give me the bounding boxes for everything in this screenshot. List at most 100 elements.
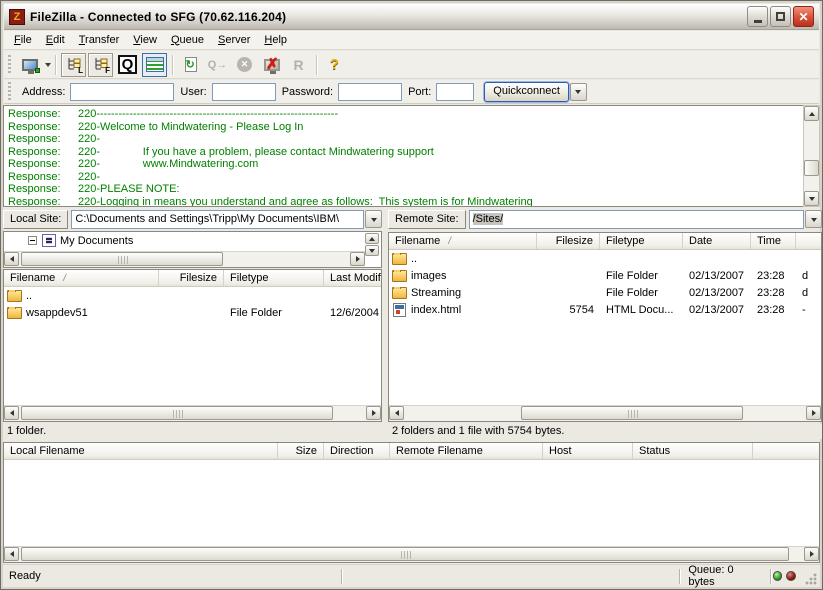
remote-site-label: Remote Site: (388, 210, 466, 229)
menu-view[interactable]: View (126, 32, 164, 49)
titlebar[interactable]: Z FileZilla - Connected to SFG (70.62.11… (4, 4, 819, 30)
menu-queue[interactable]: Queue (164, 32, 211, 49)
statusbar-divider (770, 569, 771, 584)
scroll-thumb[interactable] (21, 406, 333, 420)
window-resize-grip[interactable] (804, 572, 818, 586)
window-title: FileZilla - Connected to SFG (70.62.116.… (30, 10, 286, 24)
menu-transfer[interactable]: Transfer (72, 32, 127, 49)
queue-size-text: Queue: 0 bytes (680, 564, 769, 588)
column-date[interactable]: Date (683, 233, 751, 249)
remote-row-images[interactable]: images File Folder 02/13/2007 23:28 d (389, 267, 821, 284)
column-status[interactable]: Status (633, 443, 753, 459)
my-documents-icon (42, 234, 56, 247)
user-input[interactable] (212, 83, 276, 101)
remote-row-parent[interactable]: .. (389, 250, 821, 267)
quickbar-grip[interactable] (7, 82, 12, 102)
toggle-local-tree-button[interactable]: L (61, 53, 86, 77)
column-filetype[interactable]: Filetype (600, 233, 683, 249)
toolbar-grip[interactable] (7, 55, 12, 75)
help-button[interactable]: ? (322, 53, 347, 77)
local-path-combo[interactable]: C:\Documents and Settings\Tripp\My Docum… (71, 210, 364, 229)
menu-edit[interactable]: Edit (39, 32, 72, 49)
local-path-dropdown-icon[interactable] (365, 210, 382, 228)
remote-row-index-html[interactable]: index.html 5754 HTML Docu... 02/13/2007 … (389, 301, 821, 318)
scroll-right-button[interactable] (806, 406, 821, 420)
password-input[interactable] (338, 83, 402, 101)
tree-collapse-icon[interactable] (28, 236, 37, 245)
maximize-icon (776, 12, 785, 21)
remote-path-dropdown-icon[interactable] (805, 210, 822, 228)
column-local-filename[interactable]: Local Filename (4, 443, 278, 459)
close-button[interactable]: ✕ (793, 6, 814, 27)
local-row-wsappdev51[interactable]: wsappdev51 File Folder 12/6/2004 (4, 304, 381, 321)
remote-path-combo[interactable]: /Sites/ (469, 210, 804, 229)
quickconnect-dropdown-icon[interactable] (570, 83, 587, 101)
process-queue-button[interactable]: Q→ (205, 53, 230, 77)
scroll-left-button[interactable] (389, 406, 404, 420)
folder-icon (7, 290, 22, 302)
transfer-queue[interactable]: Local Filename Size Direction Remote Fil… (3, 442, 820, 563)
cancel-button[interactable]: ✕ (232, 53, 257, 77)
scroll-right-button[interactable] (350, 252, 365, 266)
scroll-left-button[interactable] (4, 252, 19, 266)
menu-server[interactable]: Server (211, 32, 257, 49)
scroll-left-button[interactable] (4, 547, 19, 561)
local-list-header: Filename/ Filesize Filetype Last Modifie… (4, 270, 381, 287)
scroll-thumb[interactable] (804, 160, 819, 176)
scroll-left-button[interactable] (4, 406, 19, 420)
log-vertical-scrollbar[interactable] (803, 105, 820, 207)
column-filename[interactable]: Filename/ (389, 233, 537, 249)
scroll-thumb[interactable] (21, 547, 789, 561)
column-last-modified[interactable]: Last Modified (324, 270, 382, 286)
column-host[interactable]: Host (543, 443, 633, 459)
column-size[interactable]: Size (278, 443, 324, 459)
local-list-horizontal-scrollbar[interactable] (4, 405, 381, 421)
scroll-thumb[interactable] (21, 252, 223, 266)
quickconnect-bar: Address: User: Password: Port: Quickconn… (4, 80, 819, 104)
refresh-button[interactable]: ↻ (178, 53, 203, 77)
local-row-parent[interactable]: .. (4, 287, 381, 304)
site-manager-button[interactable] (17, 53, 42, 77)
column-filesize[interactable]: Filesize (537, 233, 600, 249)
column-filetype[interactable]: Filetype (224, 270, 324, 286)
tree-horizontal-scrollbar[interactable] (4, 251, 365, 267)
column-permissions[interactable] (796, 233, 822, 249)
tree-spinner[interactable] (365, 233, 380, 267)
minimize-button[interactable] (747, 6, 768, 27)
remote-file-list[interactable]: Filename/ Filesize Filetype Date Time ..… (388, 232, 822, 422)
scroll-up-button[interactable] (804, 106, 819, 121)
local-file-list[interactable]: Filename/ Filesize Filetype Last Modifie… (3, 269, 382, 422)
site-manager-icon (22, 59, 38, 71)
tree-item-my-documents[interactable]: My Documents (4, 232, 381, 249)
spin-down-button[interactable] (365, 245, 379, 256)
disconnect-button[interactable]: ✗ (259, 53, 284, 77)
port-input[interactable] (436, 83, 474, 101)
toggle-remote-tree-button[interactable]: F (88, 53, 113, 77)
site-manager-dropdown-icon[interactable] (45, 63, 51, 70)
address-input[interactable] (70, 83, 174, 101)
column-filename[interactable]: Filename/ (4, 270, 159, 286)
scroll-right-button[interactable] (366, 406, 381, 420)
remote-row-streaming[interactable]: Streaming File Folder 02/13/2007 23:28 d (389, 284, 821, 301)
statusbar-divider (341, 569, 342, 584)
menu-file[interactable]: File (7, 32, 39, 49)
column-time[interactable]: Time (751, 233, 796, 249)
column-remote-filename[interactable]: Remote Filename (390, 443, 543, 459)
message-log[interactable]: Response:220----------------------------… (3, 105, 807, 207)
scroll-right-button[interactable] (804, 547, 819, 561)
quickconnect-button[interactable]: Quickconnect (484, 82, 569, 102)
toggle-queue-view-button[interactable] (142, 53, 167, 77)
scroll-down-button[interactable] (804, 191, 819, 206)
menu-help[interactable]: Help (257, 32, 294, 49)
toggle-queue-button[interactable]: Q (115, 53, 140, 77)
reconnect-button[interactable]: R (286, 53, 311, 77)
maximize-button[interactable] (770, 6, 791, 27)
scroll-thumb[interactable] (521, 406, 743, 420)
column-direction[interactable]: Direction (324, 443, 390, 459)
spin-up-button[interactable] (365, 233, 379, 244)
menubar: File Edit Transfer View Queue Server Hel… (4, 31, 819, 50)
queue-horizontal-scrollbar[interactable] (4, 546, 819, 562)
column-filesize[interactable]: Filesize (159, 270, 224, 286)
remote-list-horizontal-scrollbar[interactable] (389, 405, 821, 421)
local-tree[interactable]: My Documents (3, 231, 382, 268)
